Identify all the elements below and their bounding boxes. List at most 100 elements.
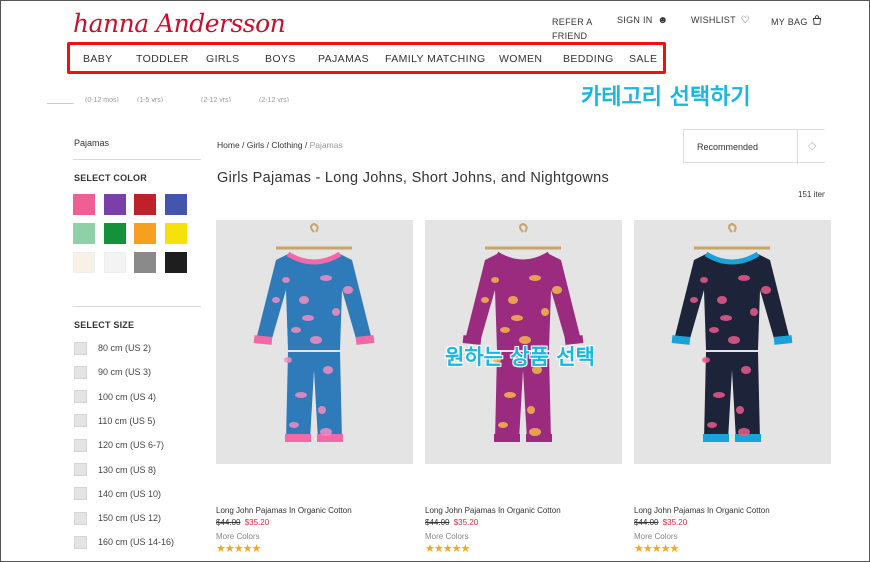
breadcrumb-girls[interactable]: Girls	[247, 140, 264, 150]
size-filter-option[interactable]: 120 cm (US 6-7)	[74, 438, 164, 452]
rating-stars: ★★★★★	[634, 543, 679, 555]
select-color-heading: SELECT COLOR	[74, 173, 147, 183]
nav-pajamas[interactable]: PAJAMAS	[318, 53, 369, 65]
size-filter-option[interactable]: 90 cm (US 3)	[74, 365, 151, 379]
color-swatch[interactable]	[134, 194, 156, 215]
size-filter-option[interactable]: 110 cm (US 5)	[74, 414, 155, 428]
nav-family-matching[interactable]: FAMILY MATCHING	[385, 53, 486, 65]
sort-divider	[797, 130, 798, 164]
more-colors-link[interactable]: More Colors	[425, 532, 469, 541]
size-label: 100 cm (US 4)	[98, 391, 157, 402]
nav-boys[interactable]: BOYS	[265, 53, 296, 65]
category-nav: BABY TODDLER GIRLS BOYS PAJAMAS FAMILY M…	[67, 42, 666, 74]
brand-logo[interactable]: hanna Andersson	[73, 9, 286, 38]
sidebar-divider	[73, 306, 201, 307]
product-image[interactable]	[634, 220, 831, 464]
product-image[interactable]	[216, 220, 413, 464]
refer-a-friend-link[interactable]: REFER A FRIEND	[552, 15, 600, 43]
sidebar-category-title: Pajamas	[74, 138, 110, 148]
color-swatch[interactable]	[134, 223, 156, 244]
nav-girls-sub: (2-12 yrs)	[201, 97, 231, 102]
size-checkbox[interactable]	[74, 365, 87, 379]
nav-women[interactable]: WOMEN	[499, 53, 542, 65]
size-checkbox[interactable]	[74, 535, 87, 549]
bag-icon	[812, 15, 822, 28]
product-name[interactable]: Long John Pajamas In Organic Cotton	[425, 506, 561, 515]
nav-toddler-sub: (1-5 yrs)	[137, 97, 164, 102]
item-count: 151 items	[798, 190, 825, 199]
product-price: $44.00 $35.20	[425, 518, 478, 527]
color-swatch[interactable]	[103, 194, 126, 215]
size-filter-option[interactable]: 150 cm (US 12)	[74, 511, 161, 525]
sort-label: Recommended	[697, 142, 759, 152]
size-checkbox[interactable]	[74, 438, 87, 452]
original-price: $44.00	[634, 518, 659, 527]
wishlist-label: WISHLIST	[691, 15, 736, 25]
sale-price: $35.20	[244, 518, 270, 527]
size-filter-option[interactable]: 100 cm (US 4)	[74, 390, 156, 404]
sign-in-label: SIGN IN	[617, 15, 653, 25]
nav-sale[interactable]: SALE	[629, 53, 657, 65]
rating-stars: ★★★★★	[425, 543, 470, 555]
nav-girls[interactable]: GIRLS	[206, 53, 240, 65]
my-bag-label: MY BAG	[771, 17, 808, 27]
nav-baby-sub: (0-12 mos)	[85, 97, 119, 102]
size-label: 130 cm (US 8)	[98, 464, 157, 475]
breadcrumb-home[interactable]: Home	[217, 140, 240, 150]
sign-in-link[interactable]: SIGN IN ☻	[617, 15, 668, 26]
select-size-heading: SELECT SIZE	[74, 320, 135, 330]
size-checkbox[interactable]	[74, 487, 87, 501]
page-title: Girls Pajamas - Long Johns, Short Johns,…	[217, 170, 610, 186]
more-colors-link[interactable]: More Colors	[634, 532, 678, 541]
product-price: $44.00 $35.20	[216, 518, 269, 527]
size-label: 140 cm (US 10)	[98, 488, 162, 499]
original-price: $44.00	[425, 518, 450, 527]
sort-dropdown[interactable]: Recommended ◇	[683, 129, 825, 164]
size-label: 80 cm (US 2)	[98, 343, 152, 353]
size-filter-option[interactable]: 80 cm (US 2)	[74, 341, 151, 355]
original-price: $44.00	[216, 518, 241, 527]
size-checkbox[interactable]	[74, 511, 87, 525]
sale-price: $35.20	[662, 518, 688, 527]
size-checkbox[interactable]	[74, 341, 87, 355]
breadcrumb-clothing[interactable]: Clothing	[271, 140, 302, 150]
product-price: $44.00 $35.20	[634, 518, 687, 527]
size-label: 110 cm (US 5)	[98, 415, 156, 426]
nav-baby[interactable]: BABY	[83, 53, 113, 65]
window-frame: hanna Andersson REFER A FRIEND SIGN IN ☻…	[0, 0, 870, 562]
more-colors-link[interactable]: More Colors	[216, 532, 260, 541]
color-swatch[interactable]	[73, 194, 95, 215]
color-swatch[interactable]	[134, 252, 156, 273]
product-name[interactable]: Long John Pajamas In Organic Cotton	[634, 506, 770, 515]
color-swatch[interactable]	[73, 223, 95, 244]
size-filter-option[interactable]: 130 cm (US 8)	[74, 463, 156, 477]
nav-boys-sub: (2-12 yrs)	[259, 97, 289, 102]
sidebar-divider	[73, 159, 201, 160]
color-swatch[interactable]	[73, 252, 95, 273]
heart-icon: ♡	[740, 15, 750, 26]
size-label: 120 cm (US 6-7)	[98, 440, 165, 451]
rating-stars: ★★★★★	[216, 543, 261, 555]
size-label: 90 cm (US 3)	[98, 367, 152, 378]
size-checkbox[interactable]	[74, 390, 87, 404]
user-icon: ☻	[657, 15, 669, 26]
size-checkbox[interactable]	[74, 463, 87, 476]
chevron-down-icon: ◇	[808, 140, 817, 152]
breadcrumb: Home / Girls / Clothing / Pajamas	[217, 140, 343, 150]
size-filter-option[interactable]: 160 cm (US 14-16)	[74, 535, 174, 549]
wishlist-link[interactable]: WISHLIST ♡	[691, 15, 750, 26]
annotation-select-product: 원하는 상품 선택	[445, 345, 595, 369]
size-checkbox[interactable]	[74, 414, 87, 428]
color-swatch[interactable]	[164, 252, 187, 273]
size-label: 150 cm (US 12)	[98, 513, 162, 524]
color-swatch[interactable]	[164, 223, 187, 244]
nav-toddler[interactable]: TODDLER	[136, 53, 189, 65]
nav-bedding[interactable]: BEDDING	[563, 53, 614, 65]
color-swatch[interactable]	[103, 223, 126, 244]
size-filter-option[interactable]: 140 cm (US 10)	[74, 487, 161, 501]
product-name[interactable]: Long John Pajamas In Organic Cotton	[216, 506, 352, 515]
my-bag-link[interactable]: MY BAG	[771, 15, 822, 28]
color-swatch[interactable]	[103, 252, 126, 273]
color-swatch[interactable]	[164, 194, 187, 215]
breadcrumb-current: Pajamas	[309, 140, 343, 150]
